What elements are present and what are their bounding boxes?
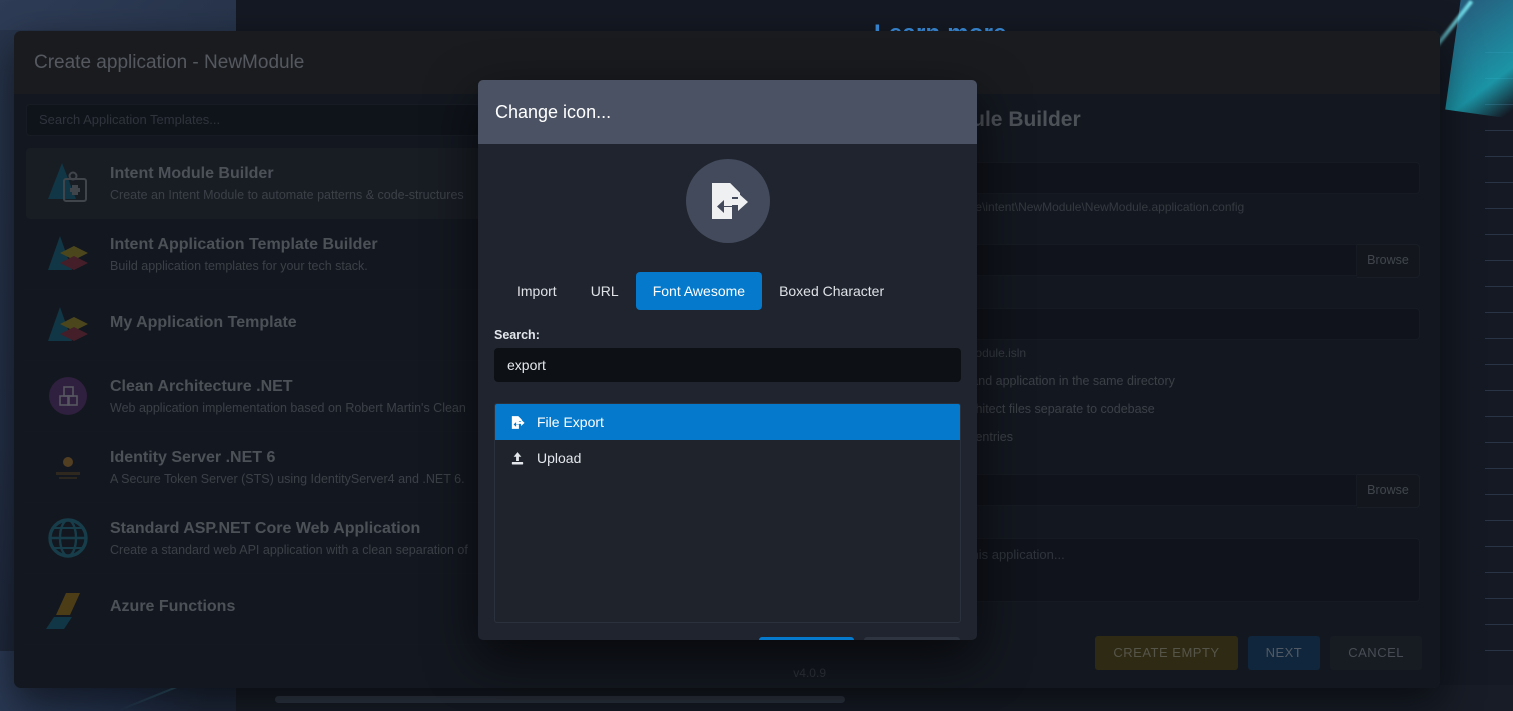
- tab-import[interactable]: Import: [500, 272, 574, 310]
- file-export-icon: [511, 415, 525, 429]
- file-export-icon: [711, 183, 748, 219]
- tab-boxed-character[interactable]: Boxed Character: [762, 272, 901, 310]
- search-label: Search:: [494, 328, 540, 342]
- background-code-lines: [1485, 52, 1513, 711]
- icon-search-input[interactable]: export: [494, 348, 961, 382]
- modal-title: Change icon...: [495, 101, 612, 122]
- icon-preview: [494, 159, 961, 243]
- result-item-file-export[interactable]: File Export: [495, 404, 960, 440]
- result-item-upload[interactable]: Upload: [495, 440, 960, 476]
- icon-preview-circle: [685, 159, 770, 243]
- icon-results-list[interactable]: File Export Upload: [494, 403, 961, 623]
- result-label: Upload: [537, 450, 582, 466]
- result-label: File Export: [537, 414, 604, 430]
- tab-url[interactable]: URL: [574, 272, 636, 310]
- modal-footer: SELECT CANCEL: [494, 637, 961, 640]
- background-horizontal-scrollbar[interactable]: [275, 696, 845, 703]
- modal-cancel-button[interactable]: CANCEL: [863, 637, 960, 640]
- change-icon-modal: Change icon... Import URL Font Awesome B…: [478, 80, 977, 640]
- background-hero-top: [0, 0, 236, 30]
- tab-font-awesome[interactable]: Font Awesome: [635, 272, 763, 310]
- icon-source-tabs: Import URL Font Awesome Boxed Character: [494, 272, 961, 310]
- modal-header: Change icon...: [478, 80, 977, 144]
- select-button[interactable]: SELECT: [759, 637, 854, 640]
- upload-icon: [511, 451, 524, 465]
